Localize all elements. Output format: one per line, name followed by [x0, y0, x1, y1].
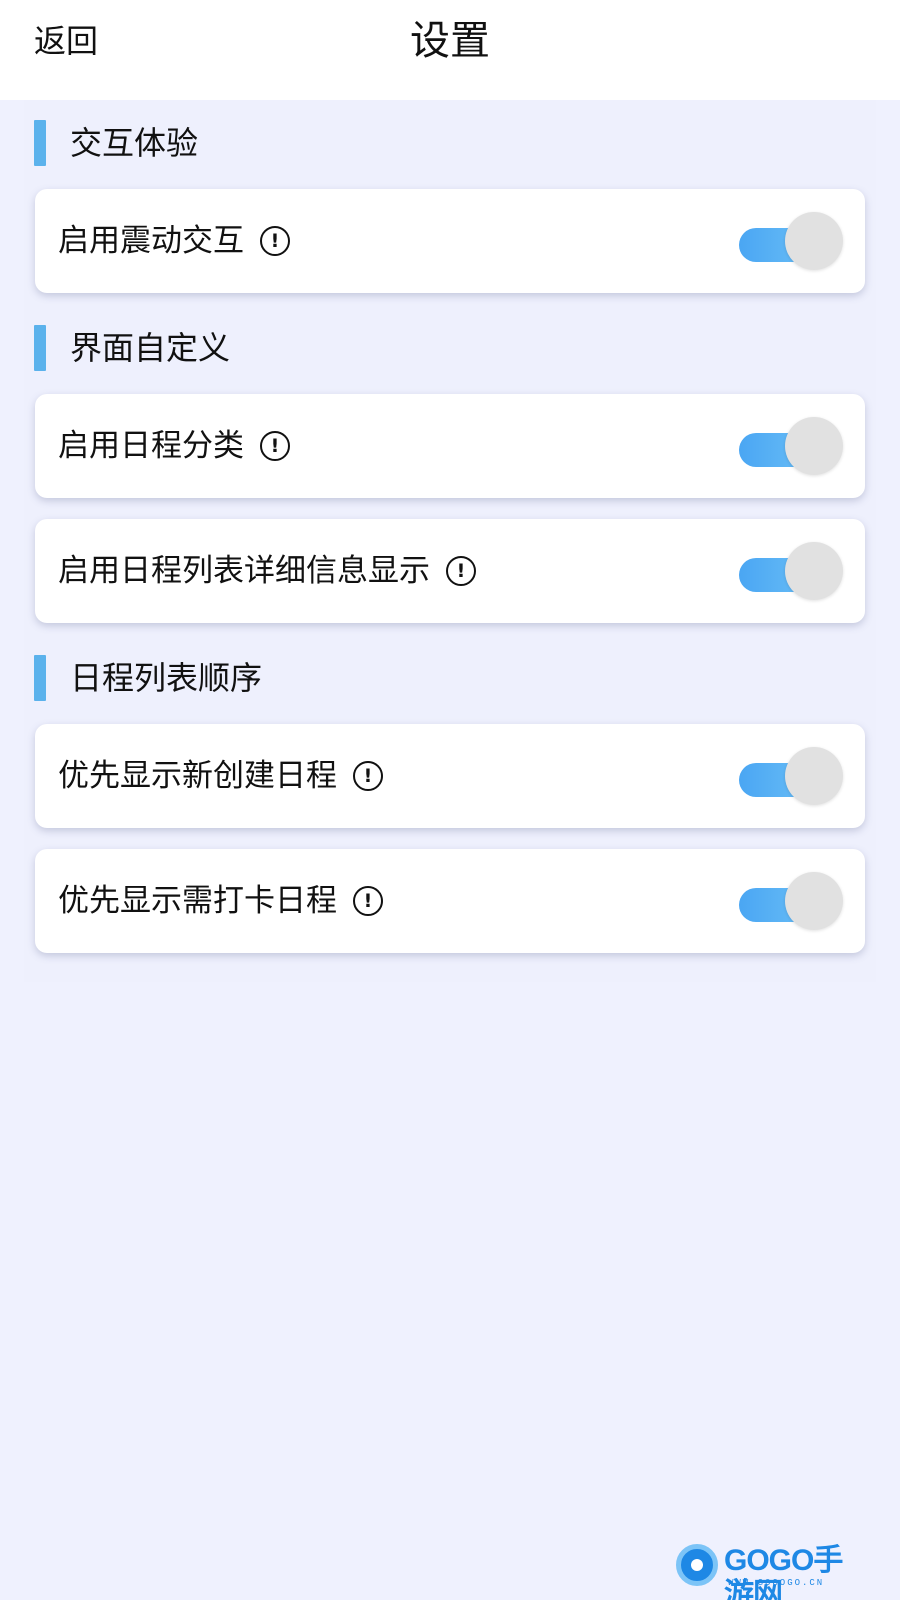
setting-row-newest-first: 优先显示新创建日程 !: [35, 724, 865, 828]
list-details-toggle[interactable]: [739, 542, 843, 600]
setting-row-list-details: 启用日程列表详细信息显示 !: [35, 519, 865, 623]
toggle-knob: [785, 872, 843, 930]
watermark-brand: GOGO手游网: [724, 1544, 843, 1600]
setting-row-checkin-first: 优先显示需打卡日程 !: [35, 849, 865, 953]
schedule-category-toggle[interactable]: [739, 417, 843, 475]
info-circle-icon[interactable]: !: [353, 886, 383, 916]
toggle-knob: [785, 542, 843, 600]
toggle-knob: [785, 747, 843, 805]
setting-label: 优先显示需打卡日程: [58, 883, 337, 919]
newest-first-toggle[interactable]: [739, 747, 843, 805]
section-accent-bar: [34, 655, 46, 701]
section-title-text: 界面自定义: [70, 329, 231, 367]
page-title: 设置: [410, 18, 490, 64]
gogo-logo-icon: [676, 1544, 718, 1586]
section-title-list-order: 日程列表顺序: [34, 655, 262, 701]
info-circle-icon[interactable]: !: [353, 761, 383, 791]
setting-row-vibration: 启用震动交互 !: [35, 189, 865, 293]
info-circle-icon[interactable]: !: [260, 226, 290, 256]
setting-label: 启用震动交互: [58, 223, 244, 259]
nav-bar: 返回 设置: [0, 0, 900, 100]
section-accent-bar: [34, 325, 46, 371]
toggle-knob: [785, 417, 843, 475]
section-title-text: 日程列表顺序: [70, 659, 263, 697]
watermark-logo: GOGO手游网 WWW.GOGOGO.CN: [676, 1544, 866, 1600]
watermark-url: WWW.GOGOGO.CN: [728, 1578, 825, 1588]
settings-content: 交互体验 启用震动交互 ! 界面自定义 启用日程分类 ! 启用日程列表详细信息显…: [24, 100, 876, 982]
info-circle-icon[interactable]: !: [446, 556, 476, 586]
setting-label: 优先显示新创建日程: [58, 758, 337, 794]
checkin-first-toggle[interactable]: [739, 872, 843, 930]
setting-row-schedule-category: 启用日程分类 !: [35, 394, 865, 498]
section-title-interface: 界面自定义: [34, 325, 230, 371]
section-title-interaction: 交互体验: [34, 120, 198, 166]
section-title-text: 交互体验: [70, 124, 199, 162]
info-circle-icon[interactable]: !: [260, 431, 290, 461]
section-accent-bar: [34, 120, 46, 166]
vibration-toggle[interactable]: [739, 212, 843, 270]
toggle-knob: [785, 212, 843, 270]
setting-label: 启用日程列表详细信息显示: [58, 553, 430, 589]
setting-label: 启用日程分类: [58, 428, 244, 464]
